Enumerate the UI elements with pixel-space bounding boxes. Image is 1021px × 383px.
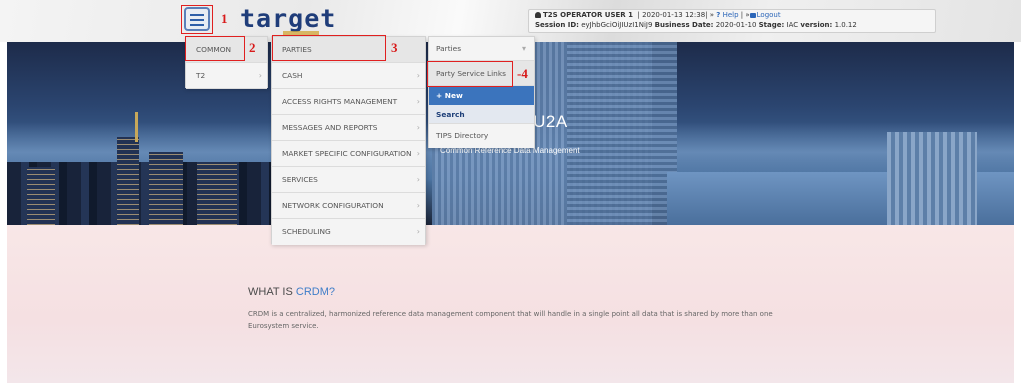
menu-item-t2[interactable]: T2 › <box>186 63 267 89</box>
version-value: 1.0.12 <box>834 21 857 29</box>
menu-item-market-specific-configuration[interactable]: MARKET SPECIFIC CONFIGURATION › <box>272 141 425 167</box>
chevron-right-icon: › <box>416 71 420 80</box>
menu-item-label: ACCESS RIGHTS MANAGEMENT <box>282 97 398 106</box>
search-button[interactable]: Search <box>429 105 534 124</box>
hero-building <box>197 162 237 225</box>
target-logo: target <box>240 4 337 33</box>
annotation-number-3: 3 <box>391 40 398 55</box>
user-info-line1: T2S OPERATOR USER 1 | 2020-01-13 12:38| … <box>535 10 935 20</box>
chevron-right-icon: › <box>416 97 420 106</box>
business-date-value: 2020-01-10 <box>715 21 757 29</box>
session-id-value: eyJhbGciOiJIUzI1NiJ9 <box>581 21 653 29</box>
menu-item-label: CASH <box>282 71 303 80</box>
help-icon: ? <box>716 11 721 19</box>
menu-item-label: MESSAGES AND REPORTS <box>282 123 378 132</box>
chevron-right-icon: › <box>416 149 420 158</box>
user-icon <box>535 12 541 18</box>
hero-building <box>117 137 139 225</box>
menu-item-services[interactable]: SERVICES › <box>272 167 425 193</box>
help-link[interactable]: ? Help <box>716 11 738 19</box>
menu-item-label: TIPS Directory <box>436 131 489 140</box>
hero-building <box>27 167 55 225</box>
separator: | » <box>740 11 750 19</box>
user-name: T2S OPERATOR USER 1 <box>543 11 634 19</box>
user-info-panel: T2S OPERATOR USER 1 | 2020-01-13 12:38| … <box>528 9 936 33</box>
menu-item-tips-directory[interactable]: TIPS Directory <box>429 124 534 148</box>
annotation-number-1: 1 <box>221 11 228 26</box>
help-label: Help <box>722 11 739 19</box>
annotation-box-3 <box>272 35 386 61</box>
menu-item-label: Parties <box>436 44 462 53</box>
user-info-line2: Session ID: eyJhbGciOiJIUzI1NiJ9 Busines… <box>535 20 935 30</box>
menu-level2: PARTIES CASH › ACCESS RIGHTS MANAGEMENT … <box>271 36 426 245</box>
menu-item-label: SCHEDULING <box>282 227 331 236</box>
menu-item-messages-and-reports[interactable]: MESSAGES AND REPORTS › <box>272 115 425 141</box>
menu-item-cash[interactable]: CASH › <box>272 63 425 89</box>
hero-tower-secondary <box>567 42 677 225</box>
menu-item-scheduling[interactable]: SCHEDULING › <box>272 219 425 245</box>
version-label: version: <box>800 21 833 29</box>
stage-value: IAC <box>786 21 799 29</box>
menu-item-parties-sub[interactable]: Parties ▾ <box>429 37 534 61</box>
menu-item-label: T2 <box>196 71 206 80</box>
separator: | » <box>705 11 715 19</box>
menu-item-network-configuration[interactable]: NETWORK CONFIGURATION › <box>272 193 425 219</box>
what-is-text: WHAT IS <box>248 286 296 298</box>
what-is-description: CRDM is a centralized, harmonized refere… <box>248 310 773 330</box>
annotation-box-2 <box>185 36 245 61</box>
new-button[interactable]: + New <box>429 86 534 105</box>
chevron-right-icon: › <box>258 71 262 80</box>
business-date-label: Business Date: <box>654 21 714 29</box>
menu-item-access-rights-management[interactable]: ACCESS RIGHTS MANAGEMENT › <box>272 89 425 115</box>
logout-link[interactable]: Logout <box>749 11 781 19</box>
annotation-number-2: 2 <box>249 40 256 55</box>
annotation-box-4 <box>427 61 513 87</box>
new-button-label: + New <box>436 91 463 100</box>
what-is-accent: CRDM? <box>295 286 335 298</box>
lock-icon <box>749 13 756 18</box>
menu-item-label: NETWORK CONFIGURATION <box>282 201 384 210</box>
annotation-number-4: -4 <box>517 66 528 81</box>
menu-item-label: MARKET SPECIFIC CONFIGURATION <box>282 149 412 158</box>
chevron-right-icon: › <box>416 123 420 132</box>
logout-label: Logout <box>756 11 781 19</box>
session-datetime: 2020-01-13 12:38 <box>642 11 706 19</box>
session-id-label: Session ID: <box>535 21 579 29</box>
menu-level3: Parties ▾ Party Service Links + New Sear… <box>428 36 535 148</box>
chevron-right-icon: › <box>416 201 420 210</box>
what-is-heading: WHAT IS CRDM? <box>248 286 335 298</box>
separator: | <box>637 11 640 19</box>
annotation-box-1 <box>181 5 213 34</box>
chevron-right-icon: › <box>416 227 420 236</box>
search-button-label: Search <box>436 110 465 119</box>
stage-label: Stage: <box>758 21 785 29</box>
main-content <box>7 225 1014 383</box>
hero-building <box>149 152 183 225</box>
menu-item-label: SERVICES <box>282 175 318 184</box>
chevron-right-icon: › <box>416 175 420 184</box>
hero-building-right <box>887 132 977 225</box>
hero-spire <box>135 112 138 142</box>
caret-down-icon: ▾ <box>521 44 526 53</box>
